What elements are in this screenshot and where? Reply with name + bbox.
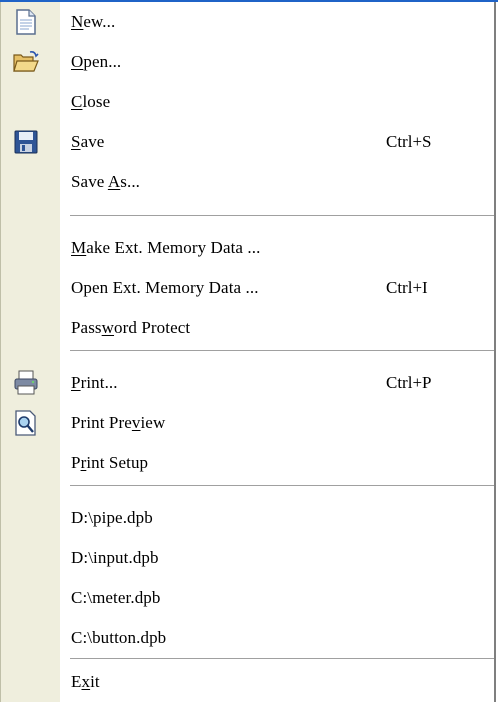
menu-item-label: Print... xyxy=(71,373,118,392)
menu-item-shortcut: Ctrl+P xyxy=(386,373,432,392)
menu-item-open[interactable]: Open... xyxy=(0,42,494,82)
menu-item-label: Print Preview xyxy=(71,413,166,432)
open-folder-icon xyxy=(12,48,40,76)
menu-item-open-ext-memory-data[interactable]: Open Ext. Memory Data ... Ctrl+I xyxy=(0,268,494,308)
menu-item-make-ext-memory-data[interactable]: Make Ext. Memory Data ... xyxy=(0,228,494,268)
menu-item-recent-file[interactable]: D:\pipe.dpb xyxy=(0,498,494,538)
menu-separator xyxy=(70,215,494,219)
menu-item-shortcut: Ctrl+I xyxy=(386,278,428,297)
menu-item-label: Print Setup xyxy=(71,453,149,472)
menu-item-label: D:\pipe.dpb xyxy=(71,508,153,527)
menu-item-save-as[interactable]: Save As... xyxy=(0,162,494,202)
menu-item-save[interactable]: Save Ctrl+S xyxy=(0,122,494,162)
menu-item-shortcut: Ctrl+S xyxy=(386,132,432,151)
menu-item-label: Close xyxy=(71,92,111,111)
menu-item-label: Make Ext. Memory Data ... xyxy=(71,238,261,257)
menu-item-label: Save xyxy=(71,132,105,151)
file-menu: New... Open... Close Save Ctrl+S Save As… xyxy=(0,2,496,702)
new-document-icon xyxy=(12,8,40,36)
menu-separator xyxy=(70,485,494,489)
menu-item-label: Save As... xyxy=(71,172,141,191)
menu-item-label: C:\button.dpb xyxy=(71,628,167,647)
save-disk-icon xyxy=(12,128,40,156)
menu-item-label: Open Ext. Memory Data ... xyxy=(71,278,259,297)
menu-item-label: C:\meter.dpb xyxy=(71,588,161,607)
print-preview-icon xyxy=(12,409,40,437)
menu-item-print[interactable]: Print... Ctrl+P xyxy=(0,363,494,403)
menu-item-label: D:\input.dpb xyxy=(71,548,159,567)
menu-item-password-protect[interactable]: Password Protect xyxy=(0,308,494,348)
menu-separator xyxy=(70,350,494,354)
menu-item-label: New... xyxy=(71,12,116,31)
menu-item-recent-file[interactable]: C:\meter.dpb xyxy=(0,578,494,618)
menu-item-print-preview[interactable]: Print Preview xyxy=(0,403,494,443)
menu-item-print-setup[interactable]: Print Setup xyxy=(0,443,494,483)
menu-item-new[interactable]: New... xyxy=(0,2,494,42)
menu-item-close[interactable]: Close xyxy=(0,82,494,122)
menu-item-label: Exit xyxy=(71,672,100,691)
menu-item-recent-file[interactable]: C:\button.dpb xyxy=(0,618,494,658)
menu-item-exit[interactable]: Exit xyxy=(0,662,494,702)
menu-item-label: Password Protect xyxy=(71,318,191,337)
menu-item-recent-file[interactable]: D:\input.dpb xyxy=(0,538,494,578)
printer-icon xyxy=(12,369,40,397)
menu-item-label: Open... xyxy=(71,52,122,71)
